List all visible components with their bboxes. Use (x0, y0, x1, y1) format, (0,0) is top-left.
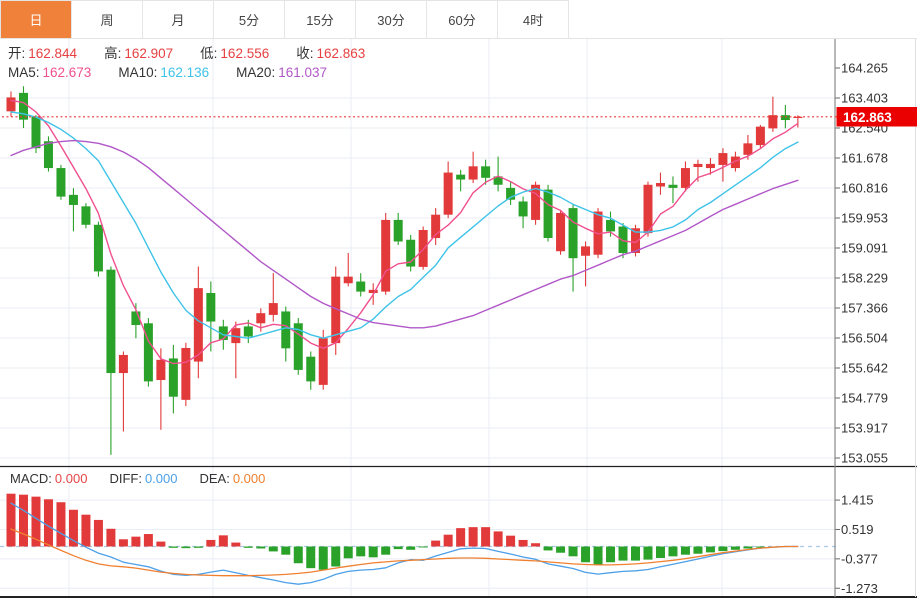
svg-text:163.403: 163.403 (841, 91, 888, 106)
tab-label: 5分 (238, 13, 260, 28)
current-price-label: 162.863 (836, 106, 917, 127)
candlestick-chart[interactable]: 164.265163.403162.540161.678160.816159.9… (0, 0, 917, 603)
tab-label: 15分 (306, 13, 334, 28)
tab-60min[interactable]: 60分 (427, 1, 498, 38)
svg-text:157.366: 157.366 (841, 301, 888, 316)
open-value: 162.844 (28, 46, 78, 61)
dea-value: 0.000 (232, 471, 266, 486)
tab-5min[interactable]: 5分 (214, 1, 285, 38)
tabbar-bottom-border (0, 38, 917, 39)
ma10-label: MA10: (118, 65, 158, 80)
ma10-readout: MA10: 162.136 (118, 64, 209, 81)
svg-text:155.642: 155.642 (841, 361, 888, 376)
high-value: 162.907 (124, 46, 174, 61)
tab-week[interactable]: 周 (72, 1, 143, 38)
ma20-label: MA20: (236, 65, 276, 80)
tab-label: 60分 (448, 13, 476, 28)
trading-chart-page: { "tabbar": { "tabs": [ {"label": "日", "… (0, 0, 917, 603)
svg-text:153.055: 153.055 (841, 451, 888, 466)
tab-month[interactable]: 月 (143, 1, 214, 38)
svg-text:153.917: 153.917 (841, 421, 888, 436)
svg-text:159.091: 159.091 (841, 241, 888, 256)
svg-text:159.953: 159.953 (841, 211, 888, 226)
tab-label: 30分 (377, 13, 405, 28)
svg-text:162.863: 162.863 (843, 110, 892, 125)
tab-4hour[interactable]: 4时 (498, 1, 569, 38)
tab-15min[interactable]: 15分 (285, 1, 356, 38)
low-label: 低: (200, 46, 218, 61)
tab-label: 日 (29, 13, 43, 28)
macd-label: MACD: (10, 471, 52, 486)
svg-text:164.265: 164.265 (841, 61, 888, 76)
macd-value-readout: MACD: 0.000 (10, 470, 87, 487)
svg-text:-0.377: -0.377 (841, 551, 878, 566)
ma-readout: MA5: 162.673 MA10: 162.136 MA20: 161.037 (8, 64, 354, 81)
tab-30min[interactable]: 30分 (356, 1, 427, 38)
diff-label: DIFF: (109, 471, 142, 486)
svg-text:154.779: 154.779 (841, 391, 888, 406)
open-readout: 开: 162.844 (8, 45, 77, 62)
svg-text:161.678: 161.678 (841, 151, 888, 166)
tab-day[interactable]: 日 (1, 1, 72, 38)
tab-label: 月 (171, 13, 185, 28)
svg-text:1.415: 1.415 (841, 493, 874, 508)
high-label: 高: (104, 46, 122, 61)
ohlc-readout: 开: 162.844 高: 162.907 低: 162.556 收: 162.863 (8, 45, 392, 62)
dea-readout: DEA: 0.000 (199, 470, 265, 487)
ma20-readout: MA20: 161.037 (236, 64, 327, 81)
ma20-value: 161.037 (278, 65, 328, 80)
svg-text:0.519: 0.519 (841, 522, 874, 537)
close-value: 162.863 (316, 46, 366, 61)
low-readout: 低: 162.556 (200, 45, 269, 62)
tab-label: 4时 (522, 13, 544, 28)
close-readout: 收: 162.863 (296, 45, 365, 62)
macd-value: 0.000 (54, 471, 88, 486)
open-label: 开: (8, 46, 26, 61)
low-value: 162.556 (220, 46, 270, 61)
ma5-label: MA5: (8, 65, 40, 80)
tab-label: 周 (100, 13, 114, 28)
ma5-readout: MA5: 162.673 (8, 64, 91, 81)
diff-readout: DIFF: 0.000 (109, 470, 177, 487)
svg-text:156.504: 156.504 (841, 331, 888, 346)
svg-text:160.816: 160.816 (841, 181, 888, 196)
svg-text:-1.273: -1.273 (841, 581, 878, 596)
dea-label: DEA: (199, 471, 230, 486)
ma10-value: 162.136 (160, 65, 210, 80)
period-tab-bar: 日 周 月 5分 15分 30分 60分 4时 (0, 0, 569, 38)
svg-text:158.229: 158.229 (841, 271, 888, 286)
high-readout: 高: 162.907 (104, 45, 173, 62)
macd-readout: MACD: 0.000 DIFF: 0.000 DEA: 0.000 (10, 470, 287, 487)
ma5-value: 162.673 (42, 65, 92, 80)
diff-value: 0.000 (144, 471, 178, 486)
close-label: 收: (296, 46, 314, 61)
